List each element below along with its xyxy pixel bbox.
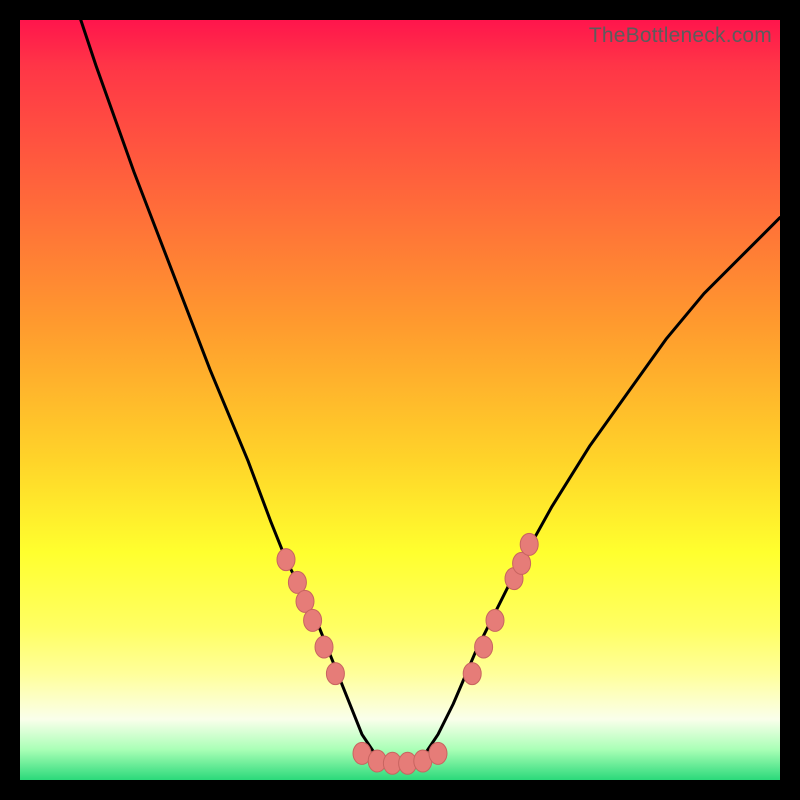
curve-marker [463,663,481,685]
chart-svg [20,20,780,780]
curve-path [81,20,780,765]
curve-marker [326,663,344,685]
bottleneck-curve [81,20,780,765]
curve-marker [315,636,333,658]
curve-marker [520,533,538,555]
curve-marker [486,609,504,631]
curve-marker [429,742,447,764]
curve-marker [277,549,295,571]
curve-marker [304,609,322,631]
chart-container: TheBottleneck.com [0,0,800,800]
curve-marker [475,636,493,658]
curve-markers [277,533,538,774]
